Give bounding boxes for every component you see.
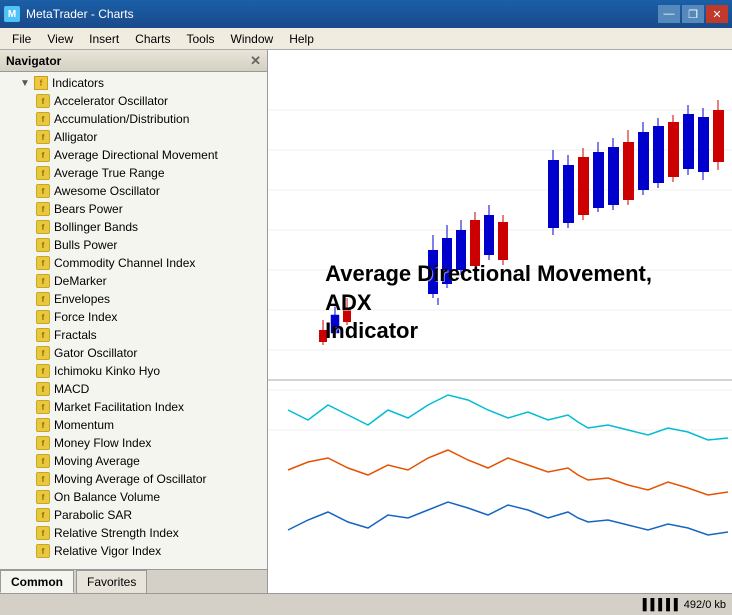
indicator-icon: f — [36, 382, 50, 396]
indicator-icon: f — [36, 94, 50, 108]
indicator-icon: f — [36, 544, 50, 558]
indicator-icon: f — [36, 526, 50, 540]
menu-help[interactable]: Help — [281, 30, 322, 48]
indicator-icon: f — [36, 400, 50, 414]
navigator-header: Navigator ✕ — [0, 50, 267, 72]
folder-icon: f — [34, 76, 48, 90]
indicator-icon: f — [36, 328, 50, 342]
indicator-icon: f — [36, 130, 50, 144]
indicator-icon: f — [36, 274, 50, 288]
indicator-icon: f — [36, 184, 50, 198]
list-item[interactable]: f Accelerator Oscillator — [0, 92, 267, 110]
list-item[interactable]: f Fractals — [0, 326, 267, 344]
navigator-close-button[interactable]: ✕ — [250, 53, 261, 69]
list-item[interactable]: f Bulls Power — [0, 236, 267, 254]
indicator-icon: f — [36, 148, 50, 162]
close-button[interactable]: ✕ — [706, 5, 728, 23]
indicator-icon: f — [36, 166, 50, 180]
list-item[interactable]: f Market Facilitation Index — [0, 398, 267, 416]
chart-area[interactable]: Average Directional Movement, ADX Indica… — [268, 50, 732, 593]
list-item[interactable]: f Parabolic SAR — [0, 506, 267, 524]
main-area: Navigator ✕ ▼ f Indicators f Accelerator… — [0, 50, 732, 593]
chart-info: ▐▐▐▐▐ — [639, 599, 684, 611]
list-item[interactable]: f Force Index — [0, 308, 267, 326]
menu-insert[interactable]: Insert — [81, 30, 127, 48]
menu-file[interactable]: File — [4, 30, 39, 48]
navigator-tabs: Common Favorites — [0, 569, 267, 593]
indicator-icon: f — [36, 490, 50, 504]
tree-indicators-root[interactable]: ▼ f Indicators — [0, 74, 267, 92]
memory-info: 492/0 kb — [684, 599, 726, 611]
menu-bar: File View Insert Charts Tools Window Hel… — [0, 28, 732, 50]
indicator-icon: f — [36, 436, 50, 450]
list-item[interactable]: f Envelopes — [0, 290, 267, 308]
list-item[interactable]: f Commodity Channel Index — [0, 254, 267, 272]
indicator-icon: f — [36, 292, 50, 306]
menu-tools[interactable]: Tools — [179, 30, 223, 48]
list-item[interactable]: f On Balance Volume — [0, 488, 267, 506]
list-item[interactable]: f Gator Oscillator — [0, 344, 267, 362]
list-item[interactable]: f Bears Power — [0, 200, 267, 218]
chart-background: Average Directional Movement, ADX Indica… — [268, 50, 732, 593]
indicators-label: Indicators — [52, 76, 104, 90]
list-item[interactable]: f Relative Strength Index — [0, 524, 267, 542]
list-item[interactable]: f DeMarker — [0, 272, 267, 290]
chart-svg — [268, 50, 732, 593]
list-item[interactable]: f Moving Average — [0, 452, 267, 470]
list-item[interactable]: f Moving Average of Oscillator — [0, 470, 267, 488]
indicator-icon: f — [36, 220, 50, 234]
title-controls: — ❐ ✕ — [658, 5, 728, 23]
list-item[interactable]: f MACD — [0, 380, 267, 398]
title-bar: M MetaTrader - Charts — ❐ ✕ — [0, 0, 732, 28]
indicator-icon: f — [36, 202, 50, 216]
app-icon: M — [4, 6, 20, 22]
navigator-panel: Navigator ✕ ▼ f Indicators f Accelerator… — [0, 50, 268, 593]
indicator-icon: f — [36, 472, 50, 486]
list-item[interactable]: f Average Directional Movement — [0, 146, 267, 164]
status-bar: ▐▐▐▐▐ 492/0 kb — [0, 593, 732, 615]
list-item[interactable]: f Ichimoku Kinko Hyo — [0, 362, 267, 380]
indicator-icon: f — [36, 418, 50, 432]
tab-favorites[interactable]: Favorites — [76, 570, 147, 593]
minimize-button[interactable]: — — [658, 5, 680, 23]
tab-common[interactable]: Common — [0, 570, 74, 593]
list-item[interactable]: f Awesome Oscillator — [0, 182, 267, 200]
indicator-icon: f — [36, 256, 50, 270]
window-title: MetaTrader - Charts — [26, 7, 134, 21]
tree-area: ▼ f Indicators f Accelerator Oscillator … — [0, 72, 267, 569]
indicator-icon: f — [36, 346, 50, 360]
indicator-icon: f — [36, 508, 50, 522]
maximize-button[interactable]: ❐ — [682, 5, 704, 23]
expand-icon: ▼ — [18, 76, 32, 90]
indicator-icon: f — [36, 364, 50, 378]
indicator-icon: f — [36, 310, 50, 324]
list-item[interactable]: f Accumulation/Distribution — [0, 110, 267, 128]
list-item[interactable]: f Momentum — [0, 416, 267, 434]
list-item[interactable]: f Alligator — [0, 128, 267, 146]
navigator-title: Navigator — [6, 54, 61, 68]
menu-window[interactable]: Window — [223, 30, 282, 48]
menu-view[interactable]: View — [39, 30, 81, 48]
list-item[interactable]: f Money Flow Index — [0, 434, 267, 452]
menu-charts[interactable]: Charts — [127, 30, 178, 48]
indicators-tree: ▼ f Indicators f Accelerator Oscillator … — [0, 72, 267, 562]
list-item[interactable]: f Bollinger Bands — [0, 218, 267, 236]
indicator-icon: f — [36, 454, 50, 468]
indicator-icon: f — [36, 112, 50, 126]
indicator-icon: f — [36, 238, 50, 252]
tree-scroll[interactable]: ▼ f Indicators f Accelerator Oscillator … — [0, 72, 267, 569]
list-item[interactable]: f Relative Vigor Index — [0, 542, 267, 560]
list-item[interactable]: f Average True Range — [0, 164, 267, 182]
